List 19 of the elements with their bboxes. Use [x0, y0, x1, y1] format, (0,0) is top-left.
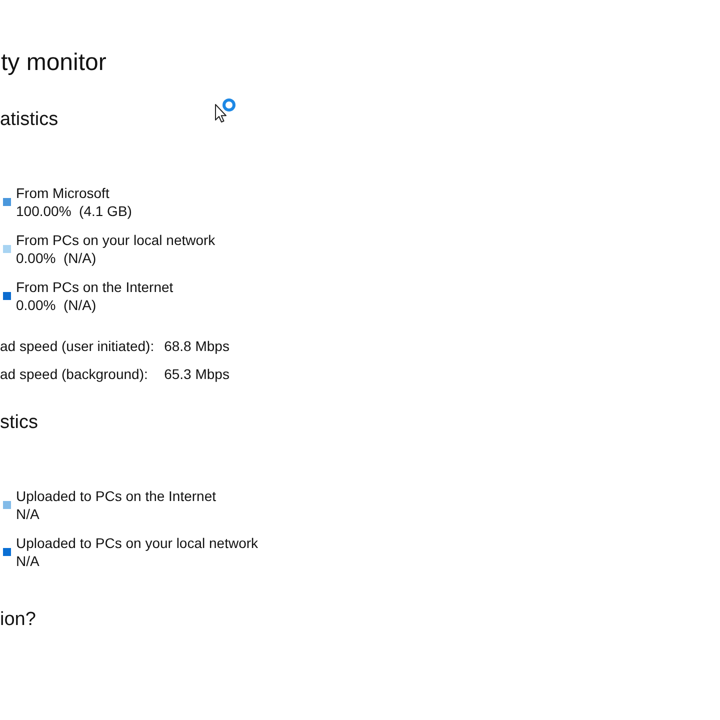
- upload-value: N/A: [16, 552, 40, 570]
- source-label: From PCs on your local network: [16, 231, 216, 249]
- section-heading: stics: [0, 411, 38, 435]
- source-value: 0.00% (N/A): [16, 249, 96, 267]
- section-heading: atistics: [0, 108, 58, 132]
- speed-value: 68.8 Mbps: [164, 337, 230, 355]
- section-heading: ion?: [0, 608, 36, 632]
- speed-label: ad speed (user initiated):: [0, 337, 154, 355]
- source-value: 100.00% (4.1 GB): [16, 202, 132, 220]
- source-label: From PCs on the Internet: [16, 278, 174, 296]
- upload-label: Uploaded to PCs on your local network: [16, 534, 258, 552]
- upload-label: Uploaded to PCs on the Internet: [16, 487, 216, 505]
- page-title: ty monitor: [0, 48, 106, 78]
- speed-value: 65.3 Mbps: [164, 365, 230, 383]
- source-value: 0.00% (N/A): [16, 296, 96, 314]
- speed-label: ad speed (background):: [0, 365, 149, 383]
- upload-value: N/A: [16, 505, 40, 523]
- busy-cursor-icon: [214, 98, 236, 123]
- source-label: From Microsoft: [16, 184, 110, 202]
